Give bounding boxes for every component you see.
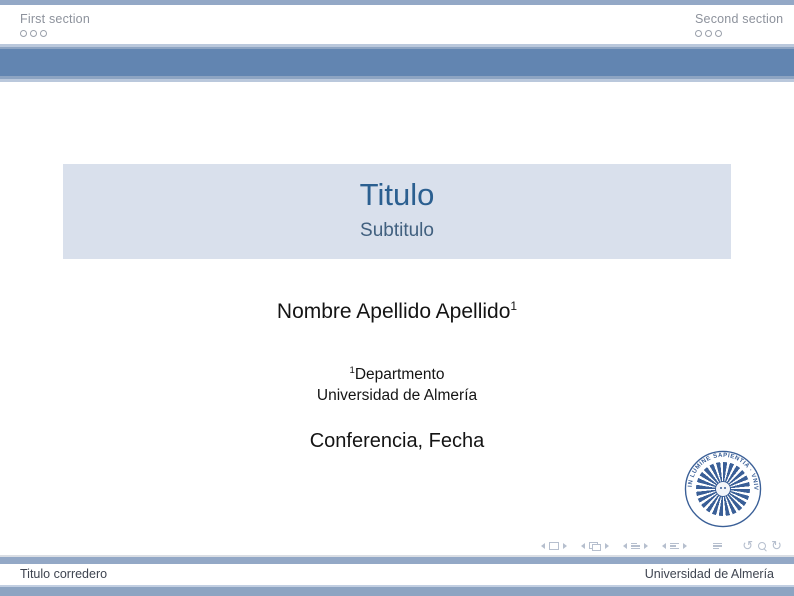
miniframe-dot[interactable]: [715, 30, 722, 37]
footer-institution: Universidad de Almería: [645, 564, 774, 585]
appendix-navigation: [713, 543, 722, 550]
footer-bottom-bar: [0, 587, 794, 596]
miniframe-dots-first: [20, 30, 90, 37]
slide-prev-icon[interactable]: [541, 543, 545, 549]
title-block: Titulo Subtitulo: [63, 164, 731, 259]
subsection-next-icon[interactable]: [644, 543, 648, 549]
slide-frame-icon[interactable]: [549, 542, 559, 550]
miniframe-dots-second: [695, 30, 783, 37]
institute-department: Departmento: [355, 366, 445, 383]
author-name: Nombre Apellido Apellido1: [0, 299, 794, 324]
slide-title: Titulo: [63, 177, 731, 213]
section-header: First section Second section: [0, 5, 794, 44]
conference-date: Conferencia, Fecha: [0, 430, 794, 453]
university-seal-logo: IN LUMINE SAPIENTIA · VNIVERSITAS ALMERI…: [684, 450, 762, 528]
beamer-slide: First section Second section Titulo Subt…: [0, 0, 794, 596]
author-footnote-mark: 1: [510, 299, 517, 313]
section-list-icon[interactable]: [670, 543, 679, 550]
institute-department-line: 1Departmento: [0, 360, 794, 385]
institute-university: Universidad de Almería: [0, 385, 794, 406]
history-navigation: ↺ ↻: [742, 540, 782, 553]
frame-navigation: [581, 542, 609, 551]
beamer-navigation-bar: ↺ ↻: [527, 539, 782, 553]
frame-next-icon[interactable]: [605, 543, 609, 549]
miniframe-dot[interactable]: [40, 30, 47, 37]
author-name-text: Nombre Apellido Apellido: [277, 300, 510, 323]
section-prev-icon[interactable]: [662, 543, 666, 549]
seal-sun-face: [715, 481, 731, 497]
frame-prev-icon[interactable]: [581, 543, 585, 549]
footer-accent-strip: [0, 557, 794, 564]
section-label-first[interactable]: First section: [20, 12, 90, 26]
subsection-list-icon[interactable]: [631, 543, 640, 550]
miniframe-dot[interactable]: [705, 30, 712, 37]
back-icon[interactable]: ↺: [742, 540, 753, 553]
section-navigation: [662, 543, 687, 550]
subsection-navigation: [623, 543, 648, 550]
headline-stripe: [0, 79, 794, 82]
section-nav-first[interactable]: First section: [20, 12, 90, 37]
slide-subtitle: Subtitulo: [63, 220, 731, 242]
subsection-prev-icon[interactable]: [623, 543, 627, 549]
slide-navigation: [541, 542, 567, 550]
appendix-doc-icon[interactable]: [713, 543, 722, 550]
miniframe-dot[interactable]: [30, 30, 37, 37]
footer-short-title: Titulo corredero: [20, 564, 107, 585]
headline-bar: [0, 44, 794, 82]
institute-block: 1Departmento Universidad de Almería: [0, 360, 794, 406]
headline-stripe-main: [0, 49, 794, 76]
section-label-second[interactable]: Second section: [695, 12, 783, 26]
miniframe-dot[interactable]: [20, 30, 27, 37]
forward-icon[interactable]: ↻: [771, 540, 782, 553]
frame-overlay-icon[interactable]: [589, 542, 601, 551]
section-nav-second[interactable]: Second section: [695, 12, 783, 37]
find-icon[interactable]: [758, 542, 766, 550]
footer-bar: Titulo corredero Universidad de Almería: [0, 564, 794, 585]
miniframe-dot[interactable]: [695, 30, 702, 37]
slide-next-icon[interactable]: [563, 543, 567, 549]
section-next-icon[interactable]: [683, 543, 687, 549]
